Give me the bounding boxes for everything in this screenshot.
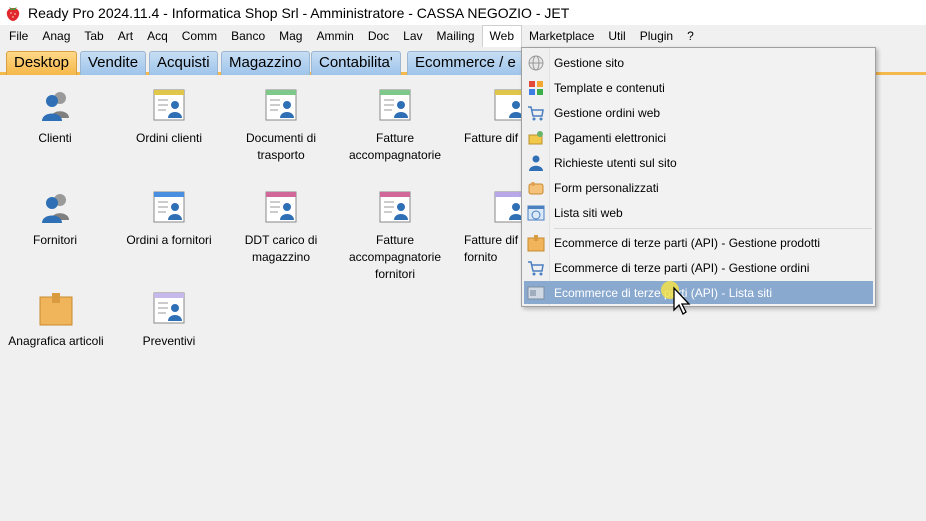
cart-icon xyxy=(528,260,544,275)
menu-bar: File Anag Tab Art Acq Comm Banco Mag Amm… xyxy=(0,25,926,47)
desktop-item-label: Anagrafica articoli xyxy=(8,334,104,348)
menu-item-label: Lista siti web xyxy=(554,205,623,220)
menu-item-label: Form personalizzati xyxy=(554,180,659,195)
menu-item-richieste-utenti[interactable]: Richieste utenti sul sito xyxy=(524,151,873,174)
desktop-ddt-carico[interactable]: DDT carico di magazzino xyxy=(226,190,336,266)
strawberry-app-icon xyxy=(6,6,20,21)
document-user-icon xyxy=(379,89,411,121)
tab-ecommerce[interactable]: Ecommerce / e xyxy=(407,51,524,75)
menu-item-label: Template e contenuti xyxy=(554,80,665,95)
menu-util[interactable]: Util xyxy=(601,25,632,47)
desktop-item-label: Ordini clienti xyxy=(135,131,203,145)
desktop-item-label: Documenti di trasporto xyxy=(245,131,317,162)
globe-icon xyxy=(528,55,544,70)
form-icon xyxy=(528,181,544,194)
menu-mailing[interactable]: Mailing xyxy=(430,25,482,47)
document-user-icon xyxy=(265,191,297,223)
tab-acquisti[interactable]: Acquisti xyxy=(149,51,218,75)
desktop-ordini-clienti[interactable]: Ordini clienti xyxy=(114,88,224,147)
desktop-fatture-accompagnatorie-fornitori[interactable]: Fatture accompagnatorie fornitori xyxy=(340,190,450,283)
document-user-icon xyxy=(379,191,411,223)
menu-item-label: Ecommerce di terze parti (API) - Gestion… xyxy=(554,235,821,250)
template-icon xyxy=(529,80,543,95)
menu-mag[interactable]: Mag xyxy=(272,25,309,47)
menu-item-label: Ecommerce di terze parti (API) - Gestion… xyxy=(554,260,810,275)
menu-lav[interactable]: Lav xyxy=(396,25,429,47)
desktop-item-label: Fatture dif xyxy=(464,131,519,145)
tab-magazzino[interactable]: Magazzino xyxy=(221,51,310,75)
desktop-ordini-fornitori[interactable]: Ordini a fornitori xyxy=(114,190,224,249)
menu-item-lista-siti-web[interactable]: Lista siti web xyxy=(524,201,873,224)
desktop-clienti[interactable]: Clienti xyxy=(0,88,110,147)
tab-vendite[interactable]: Vendite xyxy=(80,51,147,75)
window-title: Ready Pro 2024.11.4 - Informatica Shop S… xyxy=(28,4,570,21)
menu-help[interactable]: ? xyxy=(680,25,701,47)
menu-web[interactable]: Web xyxy=(481,25,523,47)
desktop-item-label: Ordini a fornitori xyxy=(126,233,212,247)
desktop-item-label: Fatture accompagnatorie xyxy=(348,131,442,162)
desktop-item-label: Preventivi xyxy=(142,334,196,348)
menu-item-label: Pagamenti elettronici xyxy=(554,130,667,145)
tab-contabilita[interactable]: Contabilita' xyxy=(311,51,401,75)
menu-item-ecommerce-lista-siti[interactable]: Ecommerce di terze parti (API) - Lista s… xyxy=(524,281,873,304)
menu-file[interactable]: File xyxy=(2,25,35,47)
users-icon xyxy=(42,194,69,223)
document-user-icon xyxy=(265,89,297,121)
menu-item-form-personalizzati[interactable]: Form personalizzati xyxy=(524,176,873,199)
document-user-icon xyxy=(494,89,524,121)
menu-doc[interactable]: Doc xyxy=(361,25,396,47)
document-user-icon xyxy=(153,89,185,121)
menu-anag[interactable]: Anag xyxy=(35,25,77,47)
sites-list-icon xyxy=(527,286,545,299)
menu-acq[interactable]: Acq xyxy=(140,25,175,47)
document-user-icon xyxy=(494,191,524,223)
menu-banco[interactable]: Banco xyxy=(224,25,272,47)
menu-item-ecommerce-gestione-prodotti[interactable]: Ecommerce di terze parti (API) - Gestion… xyxy=(524,231,873,254)
menu-item-label: Richieste utenti sul sito xyxy=(554,155,677,170)
desktop-preventivi[interactable]: Preventivi xyxy=(114,291,224,350)
menu-ammin[interactable]: Ammin xyxy=(309,25,360,47)
mouse-cursor-icon xyxy=(661,281,691,315)
menu-plugin[interactable]: Plugin xyxy=(633,25,680,47)
desktop-fatture-differite[interactable]: Fatture dif xyxy=(454,88,524,147)
menu-tab[interactable]: Tab xyxy=(77,25,110,47)
desktop-item-label: Fatture dif fornito xyxy=(464,233,519,264)
desktop-item-label: Fornitori xyxy=(32,233,77,247)
desktop-item-label: Clienti xyxy=(38,131,72,145)
desktop-fornitori[interactable]: Fornitori xyxy=(0,190,110,249)
menu-item-gestione-ordini-web[interactable]: Gestione ordini web xyxy=(524,101,873,124)
desktop-fatture-differite-fornitori[interactable]: Fatture dif fornito xyxy=(454,190,524,266)
cart-icon xyxy=(528,105,544,120)
user-request-icon xyxy=(529,155,543,171)
menu-item-gestione-sito[interactable]: Gestione sito xyxy=(524,51,873,74)
desktop-fatture-accompagnatorie[interactable]: Fatture accompagnatorie xyxy=(340,88,450,164)
box-icon xyxy=(39,293,73,326)
sites-list-icon xyxy=(527,205,545,220)
box-icon xyxy=(527,234,545,251)
document-user-icon xyxy=(153,292,185,324)
desktop-documenti-trasporto[interactable]: Documenti di trasporto xyxy=(226,88,336,164)
menu-item-ecommerce-gestione-ordini[interactable]: Ecommerce di terze parti (API) - Gestion… xyxy=(524,256,873,279)
menu-marketplace[interactable]: Marketplace xyxy=(522,25,601,47)
menu-item-label: Gestione sito xyxy=(554,55,625,70)
payment-icon xyxy=(528,130,543,144)
menu-comm[interactable]: Comm xyxy=(175,25,224,47)
menu-item-template-contenuti[interactable]: Template e contenuti xyxy=(524,76,873,99)
desktop-anagrafica-articoli[interactable]: Anagrafica articoli xyxy=(0,291,112,350)
menu-item-pagamenti-elettronici[interactable]: Pagamenti elettronici xyxy=(524,126,873,149)
tab-desktop[interactable]: Desktop xyxy=(6,51,78,75)
users-icon xyxy=(42,92,69,121)
menu-separator xyxy=(554,228,872,229)
menu-item-label: Gestione ordini web xyxy=(554,105,661,120)
document-user-icon xyxy=(153,191,185,223)
title-bar: Ready Pro 2024.11.4 - Informatica Shop S… xyxy=(0,0,926,25)
web-dropdown-menu: Gestione sito Template e contenuti Gesti… xyxy=(521,47,876,307)
desktop-item-label: DDT carico di magazzino xyxy=(244,233,318,264)
desktop-item-label: Fatture accompagnatorie fornitori xyxy=(348,233,442,281)
menu-art[interactable]: Art xyxy=(111,25,140,47)
